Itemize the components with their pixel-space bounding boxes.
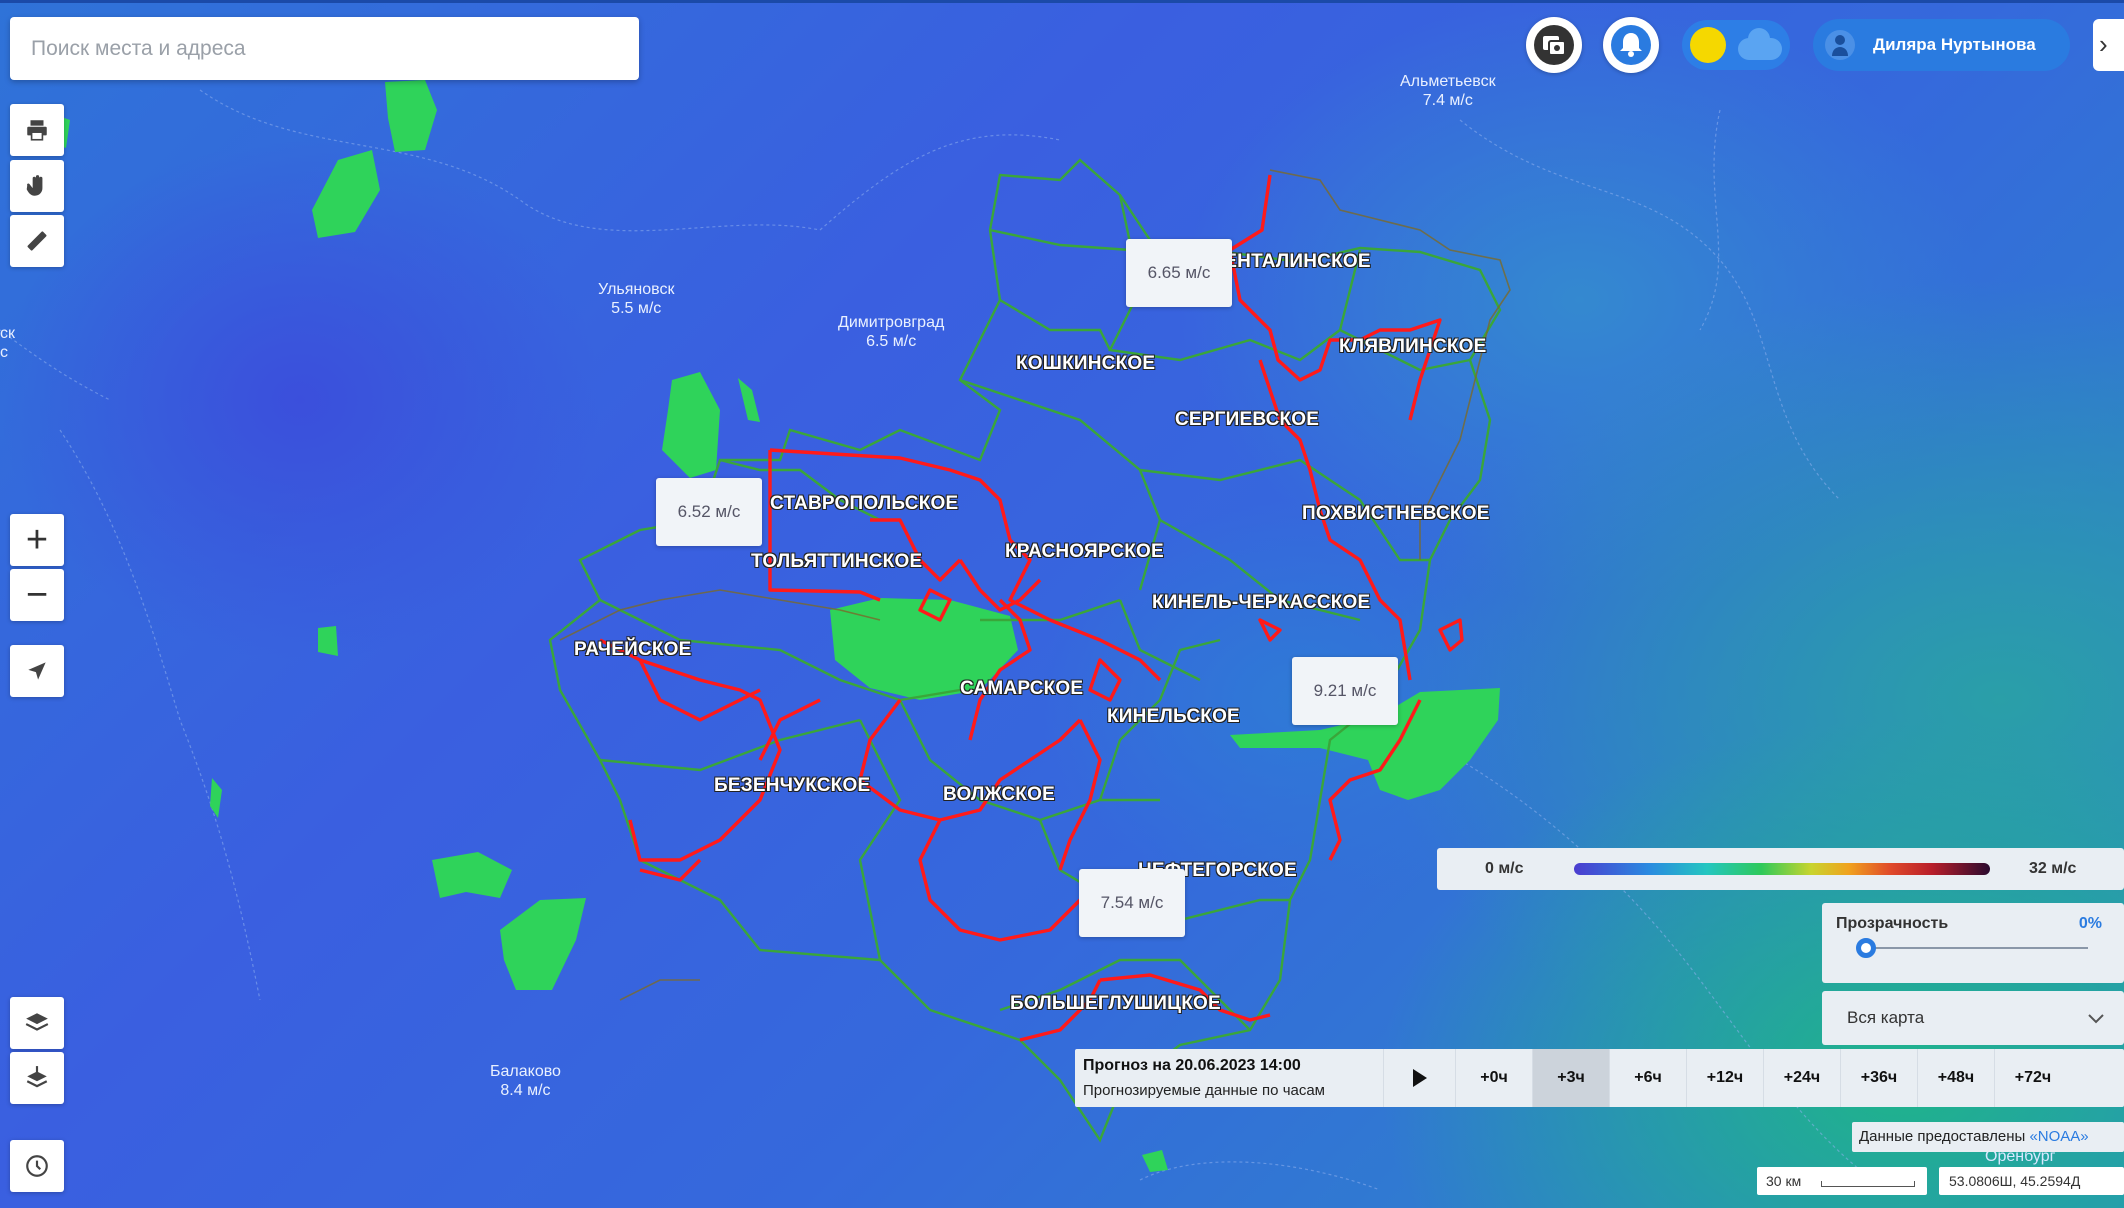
region-label-koshkinskoe: КОШКИНСКОЕ (1016, 353, 1156, 374)
forecast-step[interactable]: +12ч (1686, 1049, 1763, 1107)
photo-gallery-icon (1534, 25, 1574, 65)
forecast-step[interactable]: +24ч (1763, 1049, 1840, 1107)
chevron-down-icon (2088, 991, 2104, 1045)
play-icon (1412, 1069, 1427, 1087)
search-input[interactable] (10, 17, 639, 80)
transparency-panel: Прозрачность 0% (1822, 903, 2124, 983)
transparency-slider-handle[interactable] (1856, 938, 1876, 958)
minus-icon: − (25, 574, 49, 616)
cloud-icon (1738, 28, 1782, 60)
region-label-tolyattinskoe: ТОЛЬЯТТИНСКОЕ (751, 551, 923, 572)
printer-icon (27, 120, 47, 141)
forest-areas (42, 80, 1500, 1172)
user-profile-button[interactable]: Диляра Нуртынова (1813, 19, 2070, 71)
city-label-ulyanovsk: Ульяновск 5.5 м/с (598, 281, 675, 317)
region-label-bezenchukskoe: БЕЗЕНЧУКСКОЕ (714, 775, 871, 796)
wind-marker[interactable]: 7.54 м/с (1079, 869, 1185, 937)
city-label-dimitrovgrad: Димитровград 6.5 м/с (838, 314, 945, 350)
city-label-partial-left: ск с (0, 325, 15, 361)
region-label-samarskoe: САМАРСКОЕ (960, 678, 1084, 699)
map-layer (0, 80, 1861, 1191)
pan-button[interactable] (10, 160, 64, 212)
forecast-step-active[interactable]: +3ч (1532, 1049, 1609, 1107)
weather-map[interactable]: Альметьевск 7.4 м/с Ульяновск 5.5 м/с Дими… (0, 0, 2124, 1208)
forecast-step[interactable]: +72ч (1994, 1049, 2071, 1107)
region-label-stavropolskoe: СТАВРОПОЛЬСКОЕ (770, 493, 959, 514)
forecast-timeline: Прогноз на 20.06.2023 14:00 Прогнозируем… (1075, 1049, 2124, 1107)
wind-marker[interactable]: 9.21 м/с (1292, 657, 1398, 725)
photo-layers-button[interactable] (1526, 17, 1582, 73)
cursor-coordinates: 53.0806Ш, 45.2594Д (1939, 1167, 2124, 1195)
region-label-kinel-cherkasskoe: КИНЕЛЬ-ЧЕРКАССКОЕ (1152, 592, 1371, 613)
side-panel-toggle[interactable]: › (2093, 19, 2124, 71)
measure-button[interactable] (10, 215, 64, 267)
area-select-value: Вся карта (1847, 1008, 1925, 1027)
theme-toggle[interactable] (1682, 20, 1790, 70)
wind-speed-legend: 0 м/с 32 м/с (1437, 848, 2124, 890)
transparency-slider-track[interactable] (1870, 947, 2088, 949)
user-avatar-icon (1825, 30, 1855, 60)
city-label-balakovo: Балаково 8.4 м/с (490, 1063, 561, 1099)
search-box[interactable] (10, 17, 639, 80)
layers-icon (25, 1013, 49, 1031)
bell-icon (1611, 25, 1651, 65)
forecast-subtitle: Прогнозируемые данные по часам (1083, 1082, 1325, 1099)
wind-marker[interactable]: 6.52 м/с (656, 478, 762, 546)
legend-max: 32 м/с (2029, 860, 2077, 877)
wind-marker[interactable]: 6.65 м/с (1126, 239, 1232, 307)
sun-icon (1690, 27, 1726, 63)
ruler-icon (27, 231, 47, 251)
forecast-title: Прогноз на 20.06.2023 14:00 (1083, 1057, 1301, 1074)
region-label-klyavlinskoe: КЛЯВЛИНСКОЕ (1339, 336, 1487, 357)
attribution-text: Данные предоставлены (1859, 1128, 2030, 1145)
locate-button[interactable] (10, 645, 64, 697)
area-select[interactable]: Вся карта (1822, 991, 2124, 1045)
forecast-step[interactable]: +6ч (1609, 1049, 1686, 1107)
forecast-step[interactable]: +0ч (1455, 1049, 1532, 1107)
play-button[interactable] (1383, 1049, 1455, 1107)
layers-button[interactable] (10, 997, 64, 1049)
region-label-krasnoyarskoe: КРАСНОЯРСКОЕ (1005, 541, 1164, 562)
forecast-step[interactable]: +48ч (1917, 1049, 1994, 1107)
hand-icon (26, 175, 43, 196)
forecast-step[interactable]: +36ч (1840, 1049, 1917, 1107)
data-attribution: Данные предоставлены «NOAA» (1852, 1122, 2124, 1152)
user-name: Диляра Нуртынова (1873, 35, 2036, 54)
region-label-sergievskoe: СЕРГИЕВСКОЕ (1175, 409, 1320, 430)
print-button[interactable] (10, 104, 64, 156)
plus-icon: + (25, 519, 49, 561)
city-label-almetyevsk: Альметьевск 7.4 м/с (1400, 73, 1496, 109)
region-label-volzhskoe: ВОЛЖСКОЕ (943, 784, 1055, 805)
legend-gradient (1574, 863, 1990, 875)
forecast-info: Прогноз на 20.06.2023 14:00 Прогнозируем… (1075, 1049, 1383, 1107)
zoom-in-button[interactable]: + (10, 514, 64, 566)
layers-download-icon (26, 1066, 48, 1088)
legend-min: 0 м/с (1485, 860, 1524, 877)
map-scale: 30 км (1757, 1167, 1927, 1195)
transparency-label: Прозрачность (1836, 915, 1949, 932)
scale-bar (1821, 1181, 1915, 1187)
history-button[interactable] (10, 1140, 64, 1192)
scale-label: 30 км (1766, 1173, 1802, 1189)
zoom-out-button[interactable]: − (10, 569, 64, 621)
region-label-bolsheglushitskoe: БОЛЬШЕГЛУШИЦКОЕ (1010, 993, 1221, 1014)
transparency-value: 0% (2078, 915, 2102, 932)
navigation-arrow-icon (28, 662, 46, 680)
attribution-link[interactable]: «NOAA» (2029, 1128, 2088, 1145)
layers-download-button[interactable] (10, 1052, 64, 1104)
region-label-kinelskoe: КИНЕЛЬСКОЕ (1107, 706, 1240, 727)
region-label-pokhvistnevskoe: ПОХВИСТНЕВСКОЕ (1302, 503, 1490, 524)
clock-icon (26, 1155, 48, 1177)
notifications-button[interactable] (1603, 17, 1659, 73)
region-label-racheyskoe: РАЧЕЙСКОЕ (574, 639, 692, 660)
